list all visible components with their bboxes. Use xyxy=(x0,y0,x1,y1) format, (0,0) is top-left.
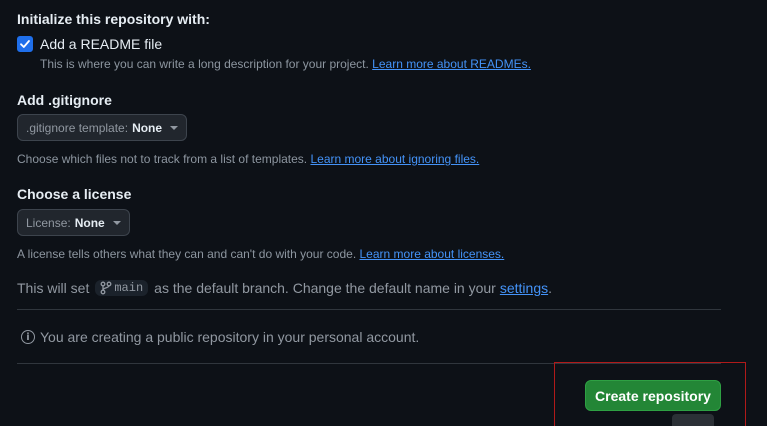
branch-chip: main xyxy=(95,280,149,296)
license-dropdown-label: License: xyxy=(26,215,71,230)
caret-down-icon xyxy=(170,125,179,130)
git-branch-icon xyxy=(100,281,112,295)
branch-name: main xyxy=(114,281,144,295)
branch-end: . xyxy=(548,280,552,296)
readme-learn-more-link[interactable]: Learn more about READMEs. xyxy=(372,57,531,71)
gitignore-dropdown-label: .gitignore template: xyxy=(26,120,129,135)
branch-suffix: as the default branch. Change the defaul… xyxy=(154,280,496,296)
bottom-element xyxy=(672,414,714,426)
init-heading: Initialize this repository with: xyxy=(17,11,210,27)
gitignore-heading: Add .gitignore xyxy=(17,92,112,108)
readme-checkbox[interactable] xyxy=(17,36,33,52)
readme-help-text: This is where you can write a long descr… xyxy=(40,57,369,71)
readme-help: This is where you can write a long descr… xyxy=(40,57,531,71)
checkmark-icon xyxy=(20,40,30,48)
divider-top xyxy=(17,309,721,310)
license-heading: Choose a license xyxy=(17,186,132,202)
gitignore-help: Choose which files not to track from a l… xyxy=(17,152,479,166)
create-repository-button[interactable]: Create repository xyxy=(585,380,721,411)
gitignore-dropdown-value: None xyxy=(132,120,163,135)
license-learn-more-link[interactable]: Learn more about licenses. xyxy=(360,247,505,261)
repo-create-form: Initialize this repository with: Add a R… xyxy=(0,0,767,426)
branch-prefix: This will set xyxy=(17,280,90,296)
license-help: A license tells others what they can and… xyxy=(17,247,504,261)
info-icon: i xyxy=(21,330,35,344)
gitignore-help-text: Choose which files not to track from a l… xyxy=(17,152,308,166)
notice-text: You are creating a public repository in … xyxy=(40,329,420,345)
gitignore-learn-more-link[interactable]: Learn more about ignoring files. xyxy=(310,152,479,166)
default-branch-note: This will set main as the default branch… xyxy=(17,280,552,296)
license-help-text: A license tells others what they can and… xyxy=(17,247,357,261)
license-dropdown-value: None xyxy=(74,215,105,230)
license-dropdown[interactable]: License: None xyxy=(17,209,130,236)
public-repo-notice: i You are creating a public repository i… xyxy=(21,329,419,345)
settings-link[interactable]: settings xyxy=(500,280,548,296)
readme-label[interactable]: Add a README file xyxy=(40,36,162,52)
gitignore-template-dropdown[interactable]: .gitignore template: None xyxy=(17,114,188,141)
caret-down-icon xyxy=(112,220,121,225)
